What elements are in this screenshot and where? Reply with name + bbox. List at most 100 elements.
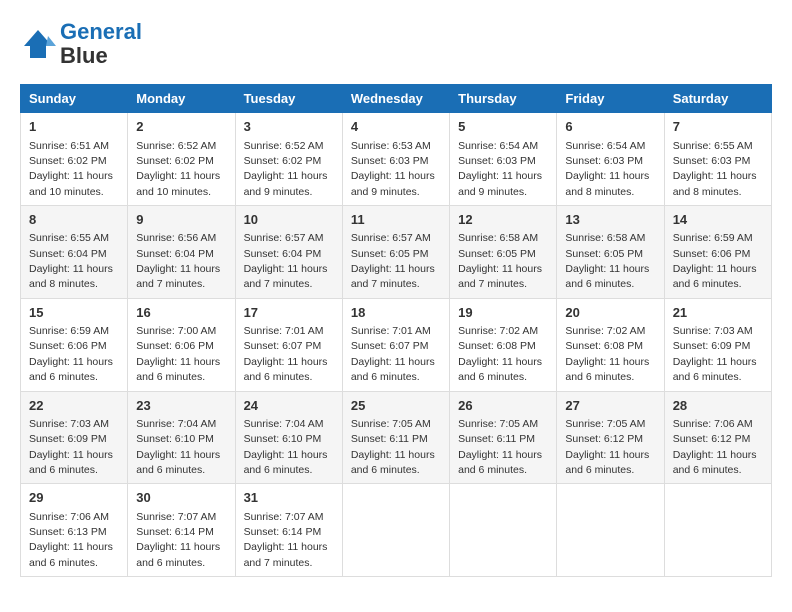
sunrise-text: Sunrise: 7:07 AMSunset: 6:14 PMDaylight:… [244, 511, 328, 569]
day-number: 7 [673, 118, 763, 136]
calendar-cell: 5 Sunrise: 6:54 AMSunset: 6:03 PMDaylight… [450, 113, 557, 206]
calendar-cell: 24 Sunrise: 7:04 AMSunset: 6:10 PMDayligh… [235, 391, 342, 484]
day-number: 1 [29, 118, 119, 136]
day-number: 31 [244, 489, 334, 507]
calendar-cell [557, 484, 664, 577]
day-number: 26 [458, 397, 548, 415]
day-number: 17 [244, 304, 334, 322]
calendar-cell: 1Sunrise: 6:51 AMSunset: 6:02 PMDaylight… [21, 113, 128, 206]
day-number: 13 [565, 211, 655, 229]
day-number: 20 [565, 304, 655, 322]
day-number: 2 [136, 118, 226, 136]
calendar-cell: 15 Sunrise: 6:59 AMSunset: 6:06 PMDayligh… [21, 298, 128, 391]
header-day: Monday [128, 85, 235, 113]
sunrise-text: Sunrise: 7:05 AMSunset: 6:11 PMDaylight:… [458, 418, 542, 476]
calendar-cell: 29 Sunrise: 7:06 AMSunset: 6:13 PMDayligh… [21, 484, 128, 577]
sunrise-text: Sunrise: 6:56 AMSunset: 6:04 PMDaylight:… [136, 232, 220, 290]
day-number: 27 [565, 397, 655, 415]
calendar-table: SundayMondayTuesdayWednesdayThursdayFrid… [20, 84, 772, 577]
calendar-week-row: 29 Sunrise: 7:06 AMSunset: 6:13 PMDayligh… [21, 484, 772, 577]
day-number: 19 [458, 304, 548, 322]
calendar-cell: 4Sunrise: 6:53 AMSunset: 6:03 PMDaylight… [342, 113, 449, 206]
calendar-cell: 11 Sunrise: 6:57 AMSunset: 6:05 PMDayligh… [342, 206, 449, 299]
calendar-cell: 22 Sunrise: 7:03 AMSunset: 6:09 PMDayligh… [21, 391, 128, 484]
day-number: 30 [136, 489, 226, 507]
day-number: 14 [673, 211, 763, 229]
day-number: 8 [29, 211, 119, 229]
day-number: 28 [673, 397, 763, 415]
day-number: 23 [136, 397, 226, 415]
day-number: 6 [565, 118, 655, 136]
sunrise-text: Sunrise: 7:00 AMSunset: 6:06 PMDaylight:… [136, 325, 220, 383]
calendar-cell: 30Sunrise: 7:07 AMSunset: 6:14 PMDayligh… [128, 484, 235, 577]
header-day: Tuesday [235, 85, 342, 113]
calendar-cell [664, 484, 771, 577]
day-number: 3 [244, 118, 334, 136]
calendar-cell: 6 Sunrise: 6:54 AMSunset: 6:03 PMDaylight… [557, 113, 664, 206]
day-number: 24 [244, 397, 334, 415]
sunrise-text: Sunrise: 6:54 AMSunset: 6:03 PMDaylight:… [458, 140, 542, 198]
sunrise-text: Sunrise: 6:59 AMSunset: 6:06 PMDaylight:… [29, 325, 113, 383]
calendar-cell: 14 Sunrise: 6:59 AMSunset: 6:06 PMDayligh… [664, 206, 771, 299]
logo-text: GeneralBlue [60, 20, 142, 68]
sunrise-text: Sunrise: 7:02 AMSunset: 6:08 PMDaylight:… [565, 325, 649, 383]
calendar-cell: 21 Sunrise: 7:03 AMSunset: 6:09 PMDayligh… [664, 298, 771, 391]
sunrise-text: Sunrise: 7:05 AMSunset: 6:12 PMDaylight:… [565, 418, 649, 476]
sunrise-text: Sunrise: 6:59 AMSunset: 6:06 PMDaylight:… [673, 232, 757, 290]
calendar-cell: 26 Sunrise: 7:05 AMSunset: 6:11 PMDayligh… [450, 391, 557, 484]
calendar-cell: 23Sunrise: 7:04 AMSunset: 6:10 PMDayligh… [128, 391, 235, 484]
sunrise-text: Sunrise: 6:57 AMSunset: 6:04 PMDaylight:… [244, 232, 328, 290]
sunrise-text: Sunrise: 6:55 AMSunset: 6:03 PMDaylight:… [673, 140, 757, 198]
sunrise-text: Sunrise: 6:58 AMSunset: 6:05 PMDaylight:… [565, 232, 649, 290]
sunrise-text: Sunrise: 7:01 AMSunset: 6:07 PMDaylight:… [351, 325, 435, 383]
calendar-cell: 19Sunrise: 7:02 AMSunset: 6:08 PMDayligh… [450, 298, 557, 391]
day-number: 22 [29, 397, 119, 415]
sunrise-text: Sunrise: 7:05 AMSunset: 6:11 PMDaylight:… [351, 418, 435, 476]
calendar-cell: 8Sunrise: 6:55 AMSunset: 6:04 PMDaylight… [21, 206, 128, 299]
calendar-cell [450, 484, 557, 577]
sunrise-text: Sunrise: 7:06 AMSunset: 6:13 PMDaylight:… [29, 511, 113, 569]
day-number: 11 [351, 211, 441, 229]
calendar-cell: 16 Sunrise: 7:00 AMSunset: 6:06 PMDayligh… [128, 298, 235, 391]
sunrise-text: Sunrise: 6:54 AMSunset: 6:03 PMDaylight:… [565, 140, 649, 198]
day-number: 5 [458, 118, 548, 136]
calendar-cell [342, 484, 449, 577]
day-number: 10 [244, 211, 334, 229]
day-number: 29 [29, 489, 119, 507]
sunrise-text: Sunrise: 6:52 AMSunset: 6:02 PMDaylight:… [136, 140, 220, 198]
calendar-cell: 10 Sunrise: 6:57 AMSunset: 6:04 PMDayligh… [235, 206, 342, 299]
day-number: 18 [351, 304, 441, 322]
header-row: SundayMondayTuesdayWednesdayThursdayFrid… [21, 85, 772, 113]
header-day: Wednesday [342, 85, 449, 113]
header-day: Saturday [664, 85, 771, 113]
day-number: 25 [351, 397, 441, 415]
sunrise-text: Sunrise: 7:03 AMSunset: 6:09 PMDaylight:… [673, 325, 757, 383]
logo: GeneralBlue [20, 20, 142, 68]
header-day: Thursday [450, 85, 557, 113]
calendar-cell: 9 Sunrise: 6:56 AMSunset: 6:04 PMDaylight… [128, 206, 235, 299]
calendar-header: SundayMondayTuesdayWednesdayThursdayFrid… [21, 85, 772, 113]
day-number: 15 [29, 304, 119, 322]
sunrise-text: Sunrise: 7:06 AMSunset: 6:12 PMDaylight:… [673, 418, 757, 476]
page-header: GeneralBlue [20, 20, 772, 68]
calendar-cell: 13 Sunrise: 6:58 AMSunset: 6:05 PMDayligh… [557, 206, 664, 299]
day-number: 16 [136, 304, 226, 322]
calendar-cell: 27 Sunrise: 7:05 AMSunset: 6:12 PMDayligh… [557, 391, 664, 484]
header-day: Sunday [21, 85, 128, 113]
sunrise-text: Sunrise: 6:53 AMSunset: 6:03 PMDaylight:… [351, 140, 435, 198]
calendar-cell: 20 Sunrise: 7:02 AMSunset: 6:08 PMDayligh… [557, 298, 664, 391]
sunrise-text: Sunrise: 6:57 AMSunset: 6:05 PMDaylight:… [351, 232, 435, 290]
calendar-cell: 31 Sunrise: 7:07 AMSunset: 6:14 PMDayligh… [235, 484, 342, 577]
sunrise-text: Sunrise: 7:04 AMSunset: 6:10 PMDaylight:… [244, 418, 328, 476]
calendar-cell: 12 Sunrise: 6:58 AMSunset: 6:05 PMDayligh… [450, 206, 557, 299]
calendar-week-row: 15 Sunrise: 6:59 AMSunset: 6:06 PMDayligh… [21, 298, 772, 391]
logo-icon [20, 26, 56, 62]
sunrise-text: Sunrise: 6:52 AMSunset: 6:02 PMDaylight:… [244, 140, 328, 198]
calendar-cell: 28 Sunrise: 7:06 AMSunset: 6:12 PMDayligh… [664, 391, 771, 484]
day-number: 12 [458, 211, 548, 229]
day-number: 9 [136, 211, 226, 229]
day-number: 21 [673, 304, 763, 322]
sunrise-text: Sunrise: 6:58 AMSunset: 6:05 PMDaylight:… [458, 232, 542, 290]
sunrise-text: Sunrise: 7:03 AMSunset: 6:09 PMDaylight:… [29, 418, 113, 476]
calendar-cell: 7 Sunrise: 6:55 AMSunset: 6:03 PMDaylight… [664, 113, 771, 206]
